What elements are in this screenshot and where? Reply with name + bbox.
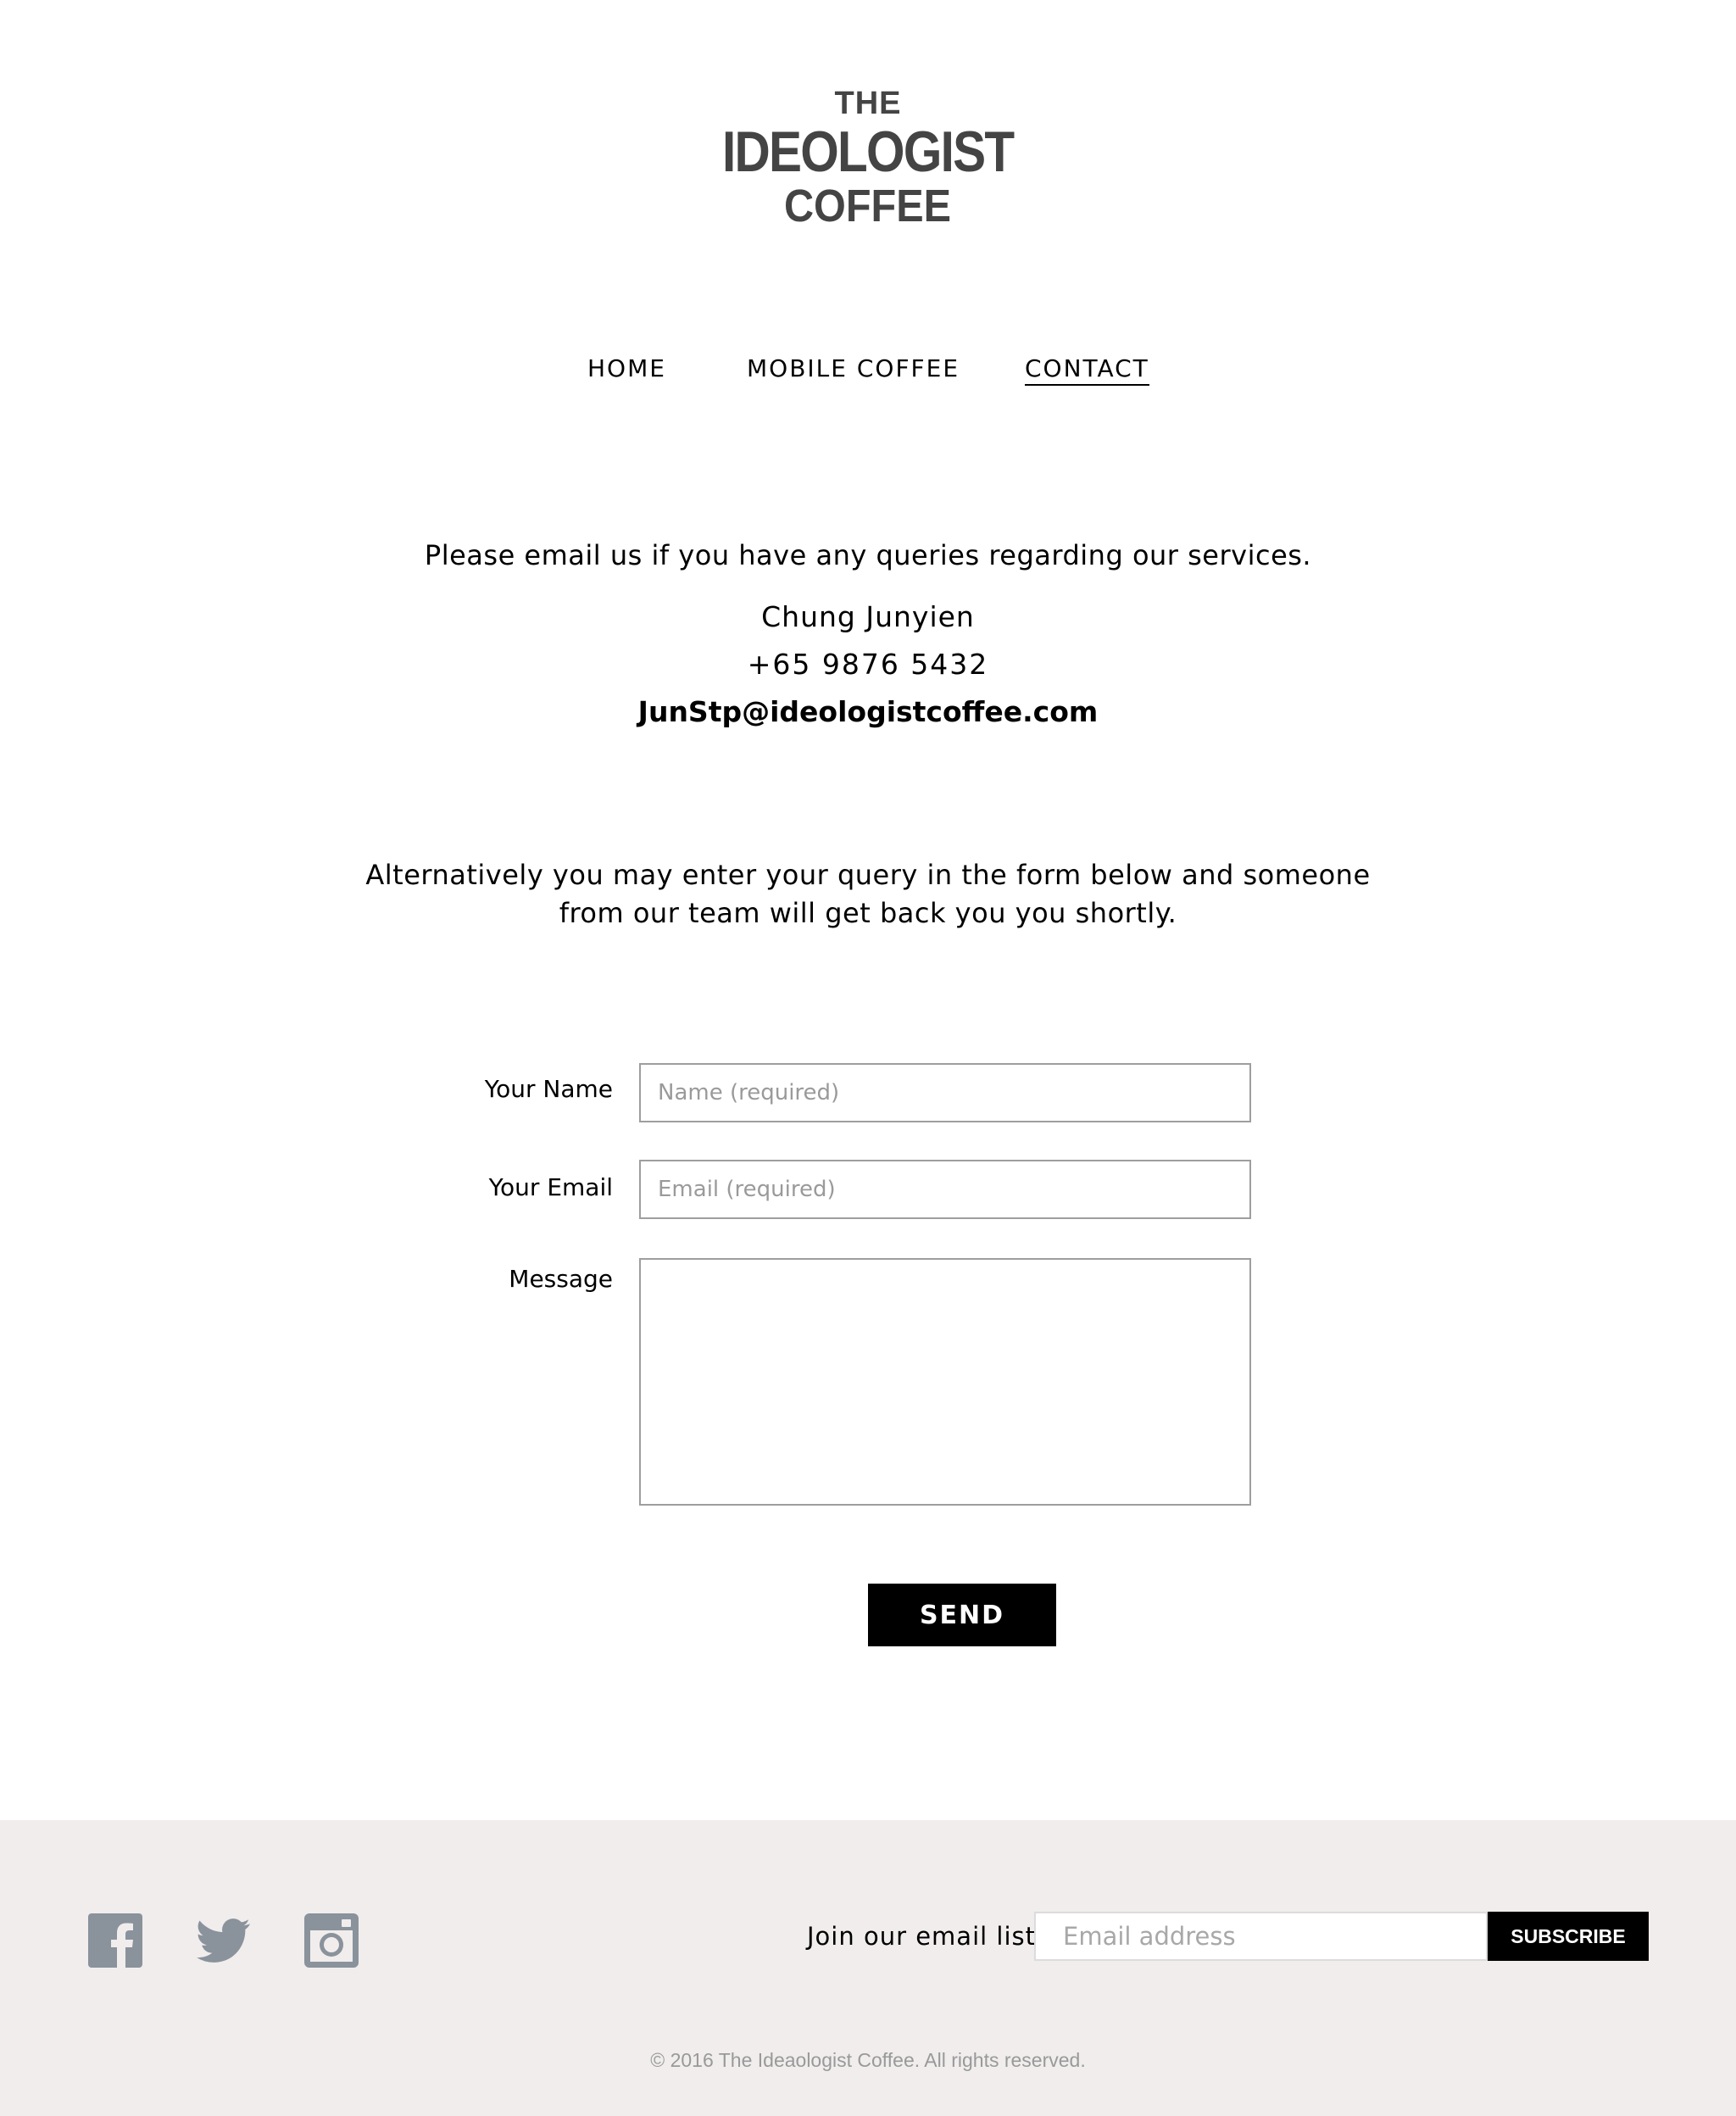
nav-item-contact[interactable]: CONTACT xyxy=(1025,354,1149,386)
email-input[interactable] xyxy=(639,1160,1251,1219)
contact-intro-text: Please email us if you have any queries … xyxy=(424,539,1312,571)
send-button[interactable]: SEND xyxy=(868,1584,1056,1646)
email-label: Your Email xyxy=(488,1173,613,1201)
name-label: Your Name xyxy=(484,1075,613,1103)
twitter-link[interactable] xyxy=(197,1913,251,1968)
nav-item-mobile-coffee[interactable]: MOBILE COFFEE xyxy=(747,354,960,382)
facebook-icon xyxy=(88,1913,142,1968)
subscribe-button[interactable]: SUBSCRIBE xyxy=(1488,1912,1649,1961)
logo-line-coffee: COFFEE xyxy=(784,181,952,231)
form-intro-text: Alternatively you may enter your query i… xyxy=(0,856,1736,933)
message-label: Message xyxy=(509,1265,613,1293)
instagram-link[interactable] xyxy=(304,1913,359,1968)
contact-phone: +65 9876 5432 xyxy=(747,648,989,681)
form-intro-line-1: Alternatively you may enter your query i… xyxy=(365,859,1371,891)
message-textarea[interactable] xyxy=(639,1258,1251,1506)
logo-line-the: THE xyxy=(834,86,902,121)
twitter-icon xyxy=(197,1918,250,1963)
copyright-text: © 2016 The Ideaologist Coffee. All right… xyxy=(650,2049,1086,2071)
nav-item-home[interactable]: HOME xyxy=(587,354,666,382)
email-list-label: Join our email list xyxy=(807,1922,1037,1951)
site-logo[interactable]: THE IDEOLOGIST COFFEE xyxy=(0,85,1736,231)
facebook-link[interactable] xyxy=(88,1913,142,1968)
contact-person-name: Chung Junyien xyxy=(761,600,975,633)
newsletter-email-input[interactable] xyxy=(1034,1912,1488,1961)
instagram-icon xyxy=(304,1913,359,1968)
contact-email-link[interactable]: JunStp@ideologistcoffee.com xyxy=(0,695,1736,728)
name-input[interactable] xyxy=(639,1063,1251,1122)
logo-line-ideologist: IDEOLOGIST xyxy=(722,120,1015,184)
form-intro-line-2: from our team will get back you you shor… xyxy=(559,897,1177,929)
site-footer: Join our email list SUBSCRIBE © 2016 The… xyxy=(0,1820,1736,2116)
